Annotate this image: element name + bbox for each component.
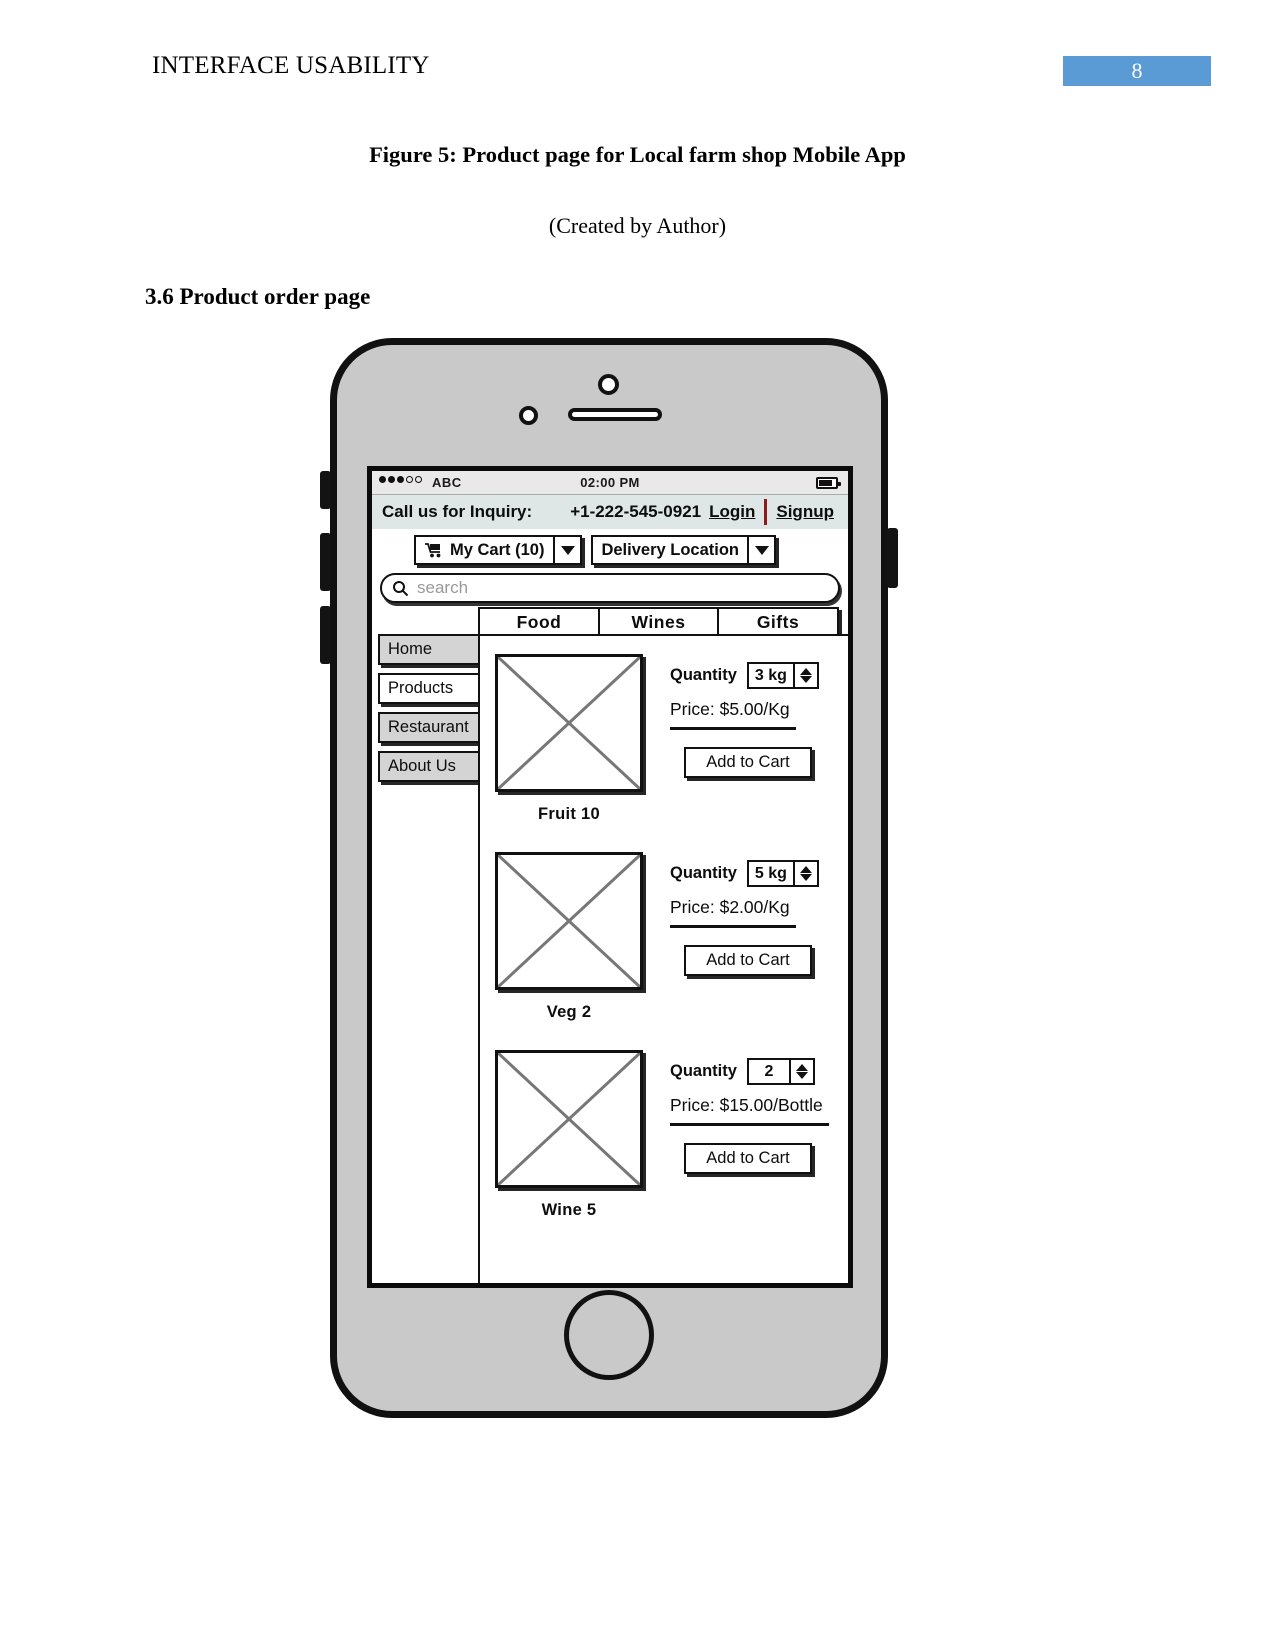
cart-dropdown-button[interactable] (555, 535, 583, 565)
search-placeholder: search (417, 578, 469, 597)
quantity-label: Quantity (670, 666, 737, 684)
cart-toolbar: My Cart (10) Delivery Location (372, 529, 848, 571)
figure-attribution: (Created by Author) (548, 213, 727, 238)
battery-icon (816, 477, 841, 489)
quantity-spinner-buttons[interactable] (794, 662, 819, 689)
product-price: Price: $15.00/Bottle (670, 1095, 829, 1126)
search-input[interactable]: search (380, 573, 840, 603)
phone-mockup: ABC 02:00 PM Call us for Inquiry: +1-222… (320, 338, 898, 1418)
inquiry-divider (764, 499, 768, 525)
signup-link[interactable]: Signup (776, 502, 834, 522)
product-price: Price: $2.00/Kg (670, 897, 796, 928)
tab-wines[interactable]: Wines (597, 607, 720, 637)
inquiry-phone-number[interactable]: +1-222-545-0921 (570, 502, 701, 522)
proximity-sensor-icon (519, 406, 538, 425)
quantity-stepper[interactable]: 5 kg (746, 860, 819, 887)
quantity-spinner-buttons[interactable] (790, 1058, 815, 1085)
running-head-title: INTERFACE USABILITY (152, 52, 430, 79)
image-placeholder-x (495, 852, 643, 990)
image-placeholder-x (495, 1050, 643, 1188)
phone-volume-down-button[interactable] (320, 606, 331, 664)
section-heading: 3.6 Product order page (145, 284, 371, 309)
sidebar-item-about-us[interactable]: About Us (378, 751, 484, 782)
search-icon (392, 580, 409, 597)
home-button[interactable] (564, 1290, 654, 1380)
sidebar-item-restaurant[interactable]: Restaurant (378, 712, 484, 743)
page-number-badge: 8 (1063, 56, 1211, 86)
product-details: Quantity 3 kg Price: $5.00/Kg Add to Car… (658, 636, 848, 834)
chevron-down-icon (799, 676, 812, 683)
my-cart-label: My Cart (10) (450, 540, 545, 559)
quantity-row: Quantity 2 (670, 1058, 848, 1085)
tab-gifts[interactable]: Gifts (717, 607, 839, 637)
quantity-row: Quantity 5 kg (670, 860, 848, 887)
add-to-cart-button[interactable]: Add to Cart (684, 945, 812, 976)
chevron-down-icon (560, 545, 575, 555)
quantity-value[interactable]: 3 kg (746, 662, 795, 689)
add-to-cart-container: Add to Cart (670, 945, 848, 976)
inquiry-label: Call us for Inquiry: (382, 502, 533, 521)
delivery-location-label: Delivery Location (601, 540, 739, 559)
phone-silent-switch[interactable] (320, 471, 331, 509)
sidebar-item-home[interactable]: Home (378, 634, 484, 665)
product-image-area: Fruit 10 (480, 636, 658, 834)
add-to-cart-container: Add to Cart (670, 1143, 848, 1174)
product-price: Price: $5.00/Kg (670, 699, 796, 730)
product-list: Fruit 10 Quantity 3 kg Price: $5.00/Kg A… (478, 634, 848, 1283)
my-cart-button[interactable]: My Cart (10) (414, 535, 556, 565)
chevron-down-icon (795, 1072, 808, 1079)
quantity-stepper[interactable]: 2 (746, 1058, 815, 1085)
add-to-cart-button[interactable]: Add to Cart (684, 747, 812, 778)
phone-volume-up-button[interactable] (320, 533, 331, 591)
image-placeholder-x (495, 654, 643, 792)
earpiece-speaker-icon (568, 408, 662, 421)
sidebar-item-products[interactable]: Products (378, 673, 484, 704)
product-image-area: Veg 2 (480, 834, 658, 1032)
category-tabs: Food Wines Gifts (478, 607, 839, 637)
add-to-cart-button[interactable]: Add to Cart (684, 1143, 812, 1174)
product-row: Fruit 10 Quantity 3 kg Price: $5.00/Kg A… (480, 636, 848, 834)
status-bar: ABC 02:00 PM (372, 471, 848, 495)
carrier-name: ABC (432, 475, 462, 490)
front-camera-icon (598, 374, 619, 395)
product-row: Veg 2 Quantity 5 kg Price: $2.00/Kg Add … (480, 834, 848, 1032)
product-image-area: Wine 5 (480, 1032, 658, 1230)
search-bar-container: search (372, 571, 848, 611)
chevron-down-icon (799, 874, 812, 881)
product-details: Quantity 2 Price: $15.00/Bottle Add to C… (658, 1032, 848, 1230)
document-header: INTERFACE USABILITY 8 (0, 52, 1275, 86)
status-bar-time: 02:00 PM (580, 475, 640, 490)
product-details: Quantity 5 kg Price: $2.00/Kg Add to Car… (658, 834, 848, 1032)
shopping-cart-icon (425, 542, 444, 558)
chevron-up-icon (799, 866, 812, 873)
tab-food[interactable]: Food (478, 607, 600, 637)
figure-caption: Figure 5: Product page for Local farm sh… (369, 142, 906, 167)
chevron-up-icon (795, 1064, 808, 1071)
product-name: Fruit 10 (538, 805, 600, 823)
login-link[interactable]: Login (709, 502, 755, 522)
phone-power-button[interactable] (887, 528, 898, 588)
product-name: Veg 2 (546, 1003, 592, 1021)
chevron-down-icon (754, 545, 769, 555)
quantity-value[interactable]: 2 (746, 1058, 791, 1085)
quantity-row: Quantity 3 kg (670, 662, 848, 689)
quantity-spinner-buttons[interactable] (794, 860, 819, 887)
quantity-label: Quantity (670, 864, 737, 882)
signal-strength-icon (379, 476, 422, 483)
product-row: Wine 5 Quantity 2 Price: $15.00/Bottle A… (480, 1032, 848, 1230)
quantity-label: Quantity (670, 1062, 737, 1080)
chevron-up-icon (799, 668, 812, 675)
phone-screen: ABC 02:00 PM Call us for Inquiry: +1-222… (367, 466, 853, 1288)
delivery-location-dropdown-button[interactable] (749, 535, 776, 565)
quantity-value[interactable]: 5 kg (746, 860, 795, 887)
quantity-stepper[interactable]: 3 kg (746, 662, 819, 689)
product-name: Wine 5 (541, 1201, 597, 1219)
add-to-cart-container: Add to Cart (670, 747, 848, 778)
sidebar-nav: Home Products Restaurant About Us (378, 634, 484, 790)
delivery-location-button[interactable]: Delivery Location (591, 535, 749, 565)
inquiry-bar: Call us for Inquiry: +1-222-545-0921 Log… (372, 495, 848, 529)
